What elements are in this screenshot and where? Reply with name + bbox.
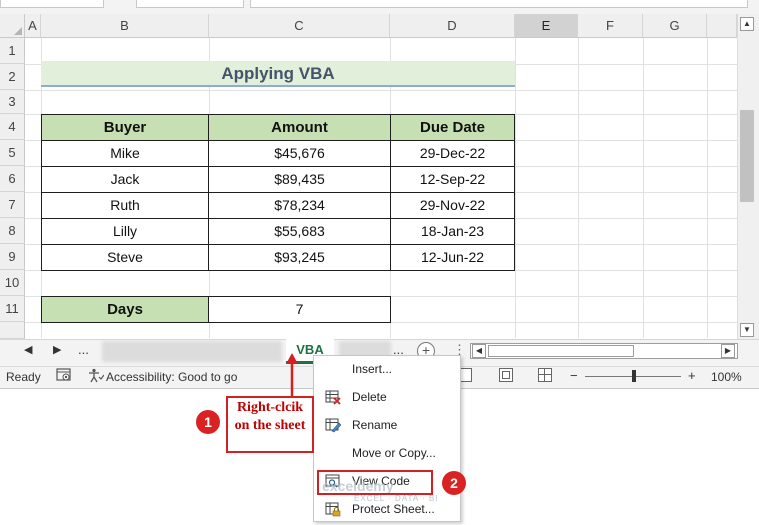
tab-nav-ellipsis[interactable]: ... [78, 342, 89, 357]
table-header-amount[interactable]: Amount [208, 114, 391, 141]
zoom-in-button[interactable]: + [688, 368, 696, 383]
menu-item-rename[interactable]: Rename [318, 413, 458, 437]
menu-item-move-or-copy[interactable]: Move or Copy... [318, 441, 458, 465]
table-cell-buyer[interactable]: Ruth [41, 192, 209, 219]
sheet-title[interactable]: Applying VBA [41, 61, 515, 87]
step-2-badge: 2 [442, 471, 466, 495]
table-header-buyer[interactable]: Buyer [41, 114, 209, 141]
view-code-highlight-box [317, 470, 433, 495]
scroll-left-button[interactable]: ◀ [472, 344, 486, 358]
table-cell-amount[interactable]: $89,435 [208, 166, 391, 193]
column-header-f[interactable]: F [578, 14, 643, 38]
table-cell-due-date[interactable]: 12-Sep-22 [390, 166, 515, 193]
row-header-3[interactable]: 3 [0, 90, 25, 114]
row-header-10[interactable]: 10 [0, 270, 25, 296]
macro-record-icon[interactable] [56, 368, 72, 383]
rename-sheet-icon [325, 417, 342, 433]
right-click-callout: Right-clcik on the sheet [226, 396, 314, 453]
page-layout-view-icon[interactable] [499, 368, 513, 382]
table-cell-amount[interactable]: $45,676 [208, 140, 391, 167]
accessibility-icon[interactable] [88, 368, 105, 383]
row-header-6[interactable]: 6 [0, 166, 25, 192]
gridline [515, 38, 516, 338]
step-1-badge: 1 [196, 410, 220, 434]
delete-sheet-icon [325, 389, 341, 405]
column-header-b[interactable]: B [41, 14, 209, 38]
row-header-9[interactable]: 9 [0, 244, 25, 270]
protect-sheet-icon [325, 501, 341, 517]
row-header-5[interactable]: 5 [0, 140, 25, 166]
column-header-g[interactable]: G [643, 14, 707, 38]
horizontal-scroll-thumb[interactable] [488, 345, 634, 357]
table-cell-amount[interactable]: $55,683 [208, 218, 391, 245]
gridline [707, 38, 708, 338]
watermark-tagline: EXCEL · DATA · BI [354, 494, 439, 503]
table-cell-due-date[interactable]: 29-Dec-22 [390, 140, 515, 167]
tab-scroll-right-icon[interactable]: ▶ [53, 343, 61, 356]
vertical-scroll-thumb[interactable] [740, 110, 754, 202]
formula-input[interactable] [250, 0, 748, 8]
column-header-d[interactable]: D [390, 14, 515, 38]
column-header-c[interactable]: C [209, 14, 390, 38]
annotation-arrow-icon [286, 353, 298, 396]
table-cell-due-date[interactable]: 12-Jun-22 [390, 244, 515, 271]
table-cell-due-date[interactable]: 18-Jan-23 [390, 218, 515, 245]
gridline [643, 38, 644, 338]
zoom-slider-thumb[interactable] [632, 370, 636, 382]
zoom-level[interactable]: 100% [711, 370, 742, 384]
page-break-view-icon[interactable] [538, 368, 552, 382]
days-value-cell[interactable]: 7 [208, 296, 391, 323]
scroll-down-button[interactable]: ▼ [740, 323, 754, 337]
column-header-h[interactable] [707, 14, 737, 38]
menu-item-label: Rename [352, 418, 398, 432]
column-header-e[interactable]: E [515, 14, 578, 38]
scroll-right-button[interactable]: ▶ [721, 344, 735, 358]
table-cell-due-date[interactable]: 29-Nov-22 [390, 192, 515, 219]
tab-scroll-left-icon[interactable]: ◀ [24, 343, 32, 356]
menu-item-label: Delete [352, 390, 387, 404]
formula-buttons[interactable] [136, 0, 244, 8]
gridline [578, 38, 579, 338]
row-header-4[interactable]: 4 [0, 114, 25, 140]
row-header-7[interactable]: 7 [0, 192, 25, 218]
sheet-tab-blurred[interactable] [102, 341, 282, 362]
row-header-12[interactable] [0, 322, 25, 339]
table-cell-amount[interactable]: $93,245 [208, 244, 391, 271]
select-all-corner[interactable] [0, 14, 25, 38]
menu-item-delete[interactable]: Delete [318, 385, 458, 409]
table-cell-buyer[interactable]: Lilly [41, 218, 209, 245]
menu-item-label: Insert... [352, 362, 393, 376]
row-header-8[interactable]: 8 [0, 218, 25, 244]
status-ready: Ready [6, 370, 41, 384]
status-accessibility[interactable]: Accessibility: Good to go [106, 370, 237, 384]
table-cell-buyer[interactable]: Mike [41, 140, 209, 167]
table-cell-amount[interactable]: $78,234 [208, 192, 391, 219]
table-cell-buyer[interactable]: Jack [41, 166, 209, 193]
column-header-a[interactable]: A [25, 14, 41, 38]
row-header-1[interactable]: 1 [0, 38, 25, 64]
row-header-2[interactable]: 2 [0, 64, 25, 90]
menu-item-insert[interactable]: Insert... [318, 357, 458, 381]
row-header-11[interactable]: 11 [0, 296, 25, 322]
table-header-due-date[interactable]: Due Date [390, 114, 515, 141]
days-label-cell[interactable]: Days [41, 296, 209, 323]
name-box[interactable] [0, 0, 104, 8]
table-cell-buyer[interactable]: Steve [41, 244, 209, 271]
gridline [25, 90, 737, 91]
zoom-out-button[interactable]: − [570, 368, 578, 383]
scroll-up-button[interactable]: ▲ [740, 17, 754, 31]
menu-item-label: Move or Copy... [352, 446, 436, 460]
